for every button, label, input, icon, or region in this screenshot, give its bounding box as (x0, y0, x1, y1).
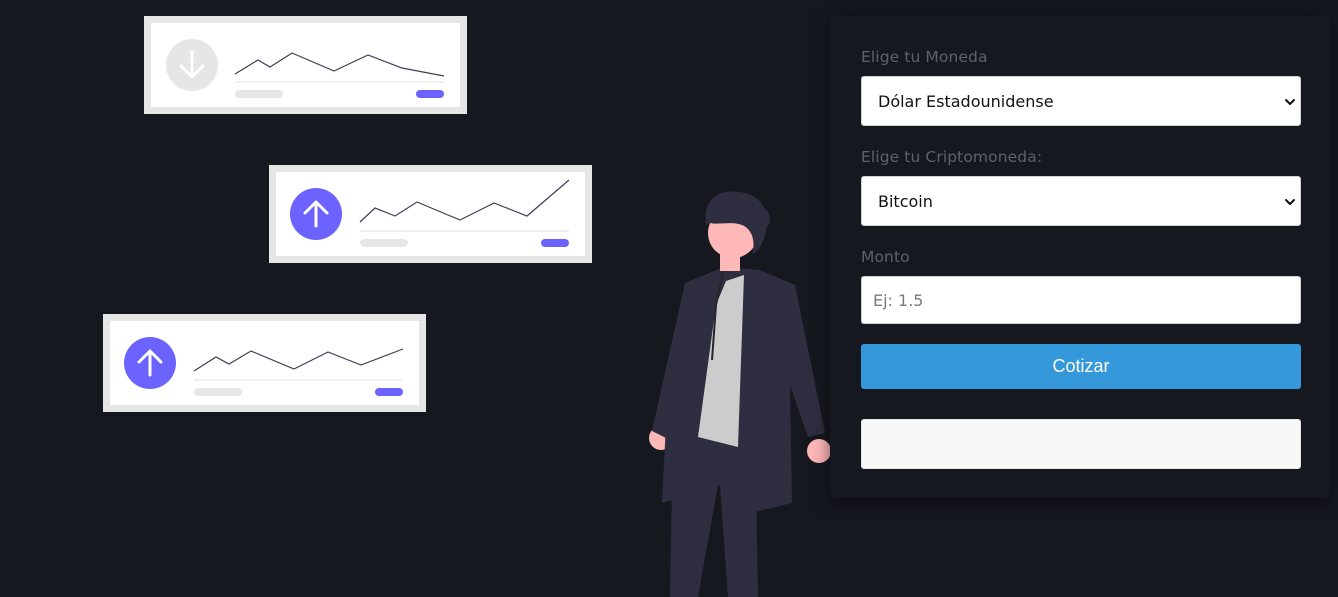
mini-chart-graphic (166, 39, 445, 98)
person-illustration (649, 191, 831, 597)
quote-form-panel: Elige tu Moneda Dólar Estadounidense Eli… (830, 16, 1330, 498)
trend-line (234, 52, 445, 77)
chart-card-down (144, 16, 467, 114)
crypto-select[interactable]: Bitcoin (861, 176, 1301, 226)
crypto-selected-value: Bitcoin (878, 192, 933, 211)
amount-input[interactable] (861, 276, 1301, 324)
accent-pill (541, 239, 569, 247)
trend-line (359, 179, 570, 223)
crypto-label: Elige tu Criptomoneda: (861, 148, 1043, 166)
arrow-up-icon (290, 188, 342, 240)
placeholder-bar (360, 239, 408, 247)
amount-label: Monto (861, 248, 910, 266)
mini-chart-graphic (124, 337, 404, 396)
chevron-down-icon (1285, 99, 1295, 105)
currency-selected-value: Dólar Estadounidense (878, 92, 1054, 111)
mini-chart-graphic (290, 179, 570, 247)
page: Elige tu Moneda Dólar Estadounidense Eli… (0, 0, 1338, 597)
accent-pill (375, 388, 403, 396)
quote-result-box (861, 419, 1301, 469)
placeholder-bar (235, 90, 283, 98)
quote-button[interactable]: Cotizar (861, 344, 1301, 389)
chevron-down-icon (1285, 199, 1295, 205)
currency-select[interactable]: Dólar Estadounidense (861, 76, 1301, 126)
placeholder-bar (194, 388, 242, 396)
arrow-up-icon (124, 337, 176, 389)
currency-label: Elige tu Moneda (861, 48, 988, 66)
chart-card-up (269, 165, 592, 263)
accent-pill (416, 90, 444, 98)
trend-line (193, 348, 404, 372)
chart-card-up (103, 314, 426, 412)
arrow-down-icon (166, 39, 218, 91)
